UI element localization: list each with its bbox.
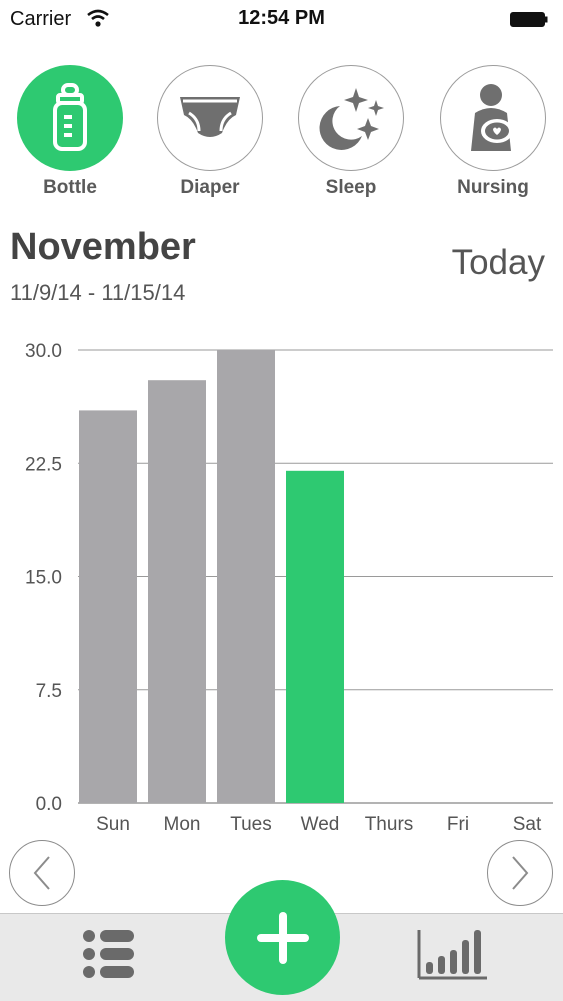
x-tick-label: Sun	[96, 814, 130, 835]
y-tick-label: 22.5	[25, 454, 62, 475]
category-label-diaper: Diaper	[180, 177, 240, 198]
previous-week-button[interactable]	[9, 840, 75, 906]
nursing-button[interactable]	[440, 65, 546, 171]
battery-icon	[510, 12, 548, 27]
clock: 12:54 PM	[238, 7, 325, 29]
category-nursing[interactable]: Nursing	[438, 65, 548, 199]
category-label-bottle: Bottle	[43, 177, 97, 198]
nursing-mother-icon	[471, 84, 513, 151]
bottle-icon	[53, 83, 87, 151]
bar-chart-icon[interactable]	[415, 928, 489, 982]
bar-sun[interactable]	[79, 410, 137, 803]
sleep-moon-stars-icon	[319, 88, 384, 150]
category-bottle[interactable]: Bottle	[15, 65, 125, 199]
bottle-bar-chart: 0.0 7.5 15.0 22.5 30.0 Sun Mon Tues Wed Thurs Fri S…	[25, 341, 553, 835]
y-tick-label: 7.5	[36, 681, 62, 702]
x-tick-label: Fri	[447, 814, 469, 835]
status-bar: Carrier 12:54 PM	[0, 0, 563, 40]
category-diaper[interactable]: Diaper	[155, 65, 265, 199]
diaper-button[interactable]	[157, 65, 263, 171]
y-tick-label: 30.0	[25, 341, 62, 362]
next-week-button[interactable]	[487, 840, 553, 906]
x-tick-label: Thurs	[365, 814, 414, 835]
x-tick-label: Sat	[513, 814, 542, 835]
category-sleep[interactable]: Sleep	[296, 65, 406, 199]
list-icon[interactable]	[80, 928, 136, 980]
today-button[interactable]: Today	[452, 243, 545, 283]
x-tick-label: Mon	[164, 814, 201, 835]
bar-tues[interactable]	[217, 350, 275, 803]
x-tick-label: Tues	[230, 814, 272, 835]
add-icon	[256, 911, 309, 964]
y-tick-label: 0.0	[36, 794, 62, 815]
month-title: November	[10, 226, 196, 268]
x-tick-label: Wed	[301, 814, 340, 835]
date-range: 11/9/14 - 11/15/14	[10, 280, 186, 305]
bar-wed[interactable]	[286, 470, 344, 803]
bottle-button[interactable]	[17, 65, 123, 171]
category-label-sleep: Sleep	[325, 177, 377, 198]
category-label-nursing: Nursing	[457, 177, 529, 198]
bar-mon[interactable]	[148, 380, 206, 803]
add-entry-button[interactable]	[225, 880, 340, 995]
chevron-right-icon	[512, 856, 529, 890]
diaper-icon	[180, 97, 240, 137]
chevron-left-icon	[33, 856, 50, 890]
sleep-button[interactable]	[298, 65, 404, 171]
y-tick-label: 15.0	[25, 568, 62, 589]
